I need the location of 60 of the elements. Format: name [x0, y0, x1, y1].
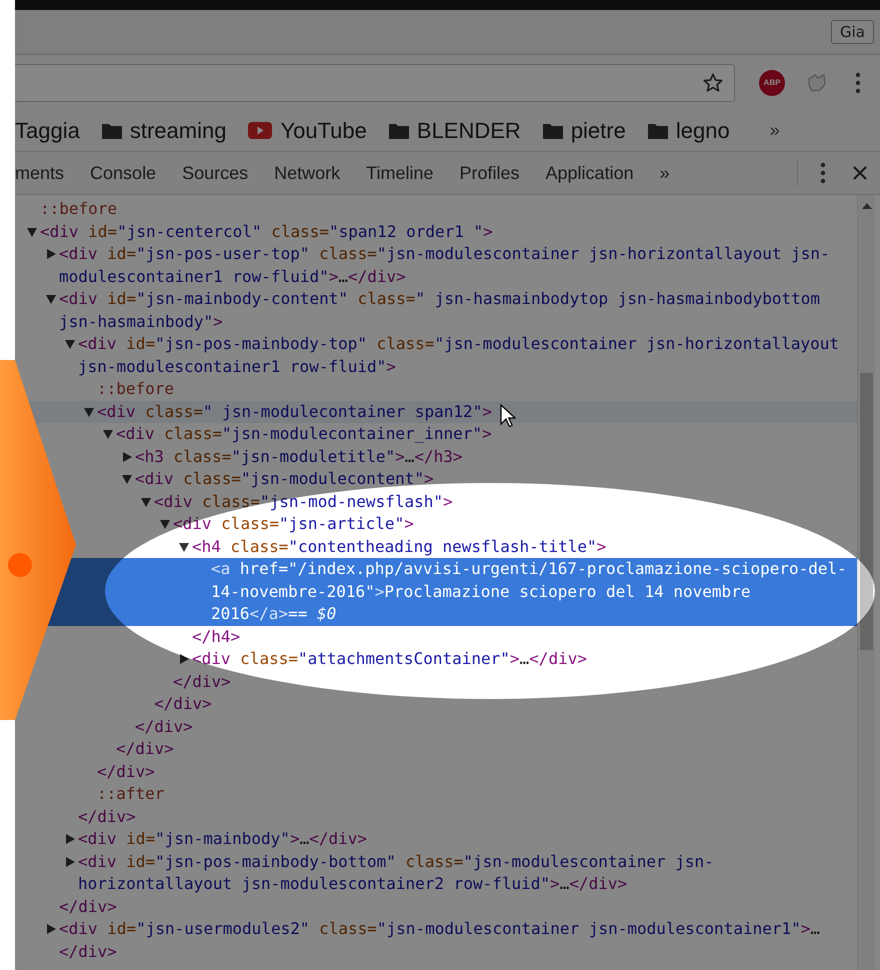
- closing-tag-text: </div>: [173, 670, 231, 692]
- scrollbar-thumb[interactable]: [860, 373, 873, 650]
- closing-tag-row[interactable]: </div>: [15, 896, 857, 918]
- address-field[interactable]: [15, 64, 735, 102]
- devtools-tab[interactable]: Sources: [182, 162, 248, 184]
- expanded-triangle-icon[interactable]: [179, 542, 189, 552]
- closing-tag-row[interactable]: </div>: [15, 738, 857, 760]
- folder-icon: [102, 122, 122, 138]
- closing-tag-row[interactable]: </div>: [15, 760, 857, 783]
- adblock-extension-button[interactable]: ABP: [759, 70, 785, 96]
- bookmarks-overflow-button[interactable]: »: [770, 120, 780, 141]
- closing-tag-text: </div>: [78, 806, 136, 828]
- dom-node-text: <h4 class="contentheading newsflash-title">: [192, 536, 606, 558]
- dom-node-text: <div class="jsn-modulecontent">: [135, 468, 434, 490]
- closing-tag-row[interactable]: </div>: [15, 806, 857, 828]
- dom-node-text: ::before: [40, 198, 118, 220]
- devtools-tab[interactable]: Timeline: [366, 162, 434, 184]
- kebab-menu-icon[interactable]: [820, 162, 826, 184]
- dom-node-text: <div class=" jsn-modulecontainer span12">: [97, 400, 492, 422]
- bookmark-item[interactable]: Taggia: [15, 118, 80, 144]
- closing-tag-text: </div>: [135, 716, 193, 738]
- menu-icon[interactable]: [855, 72, 861, 94]
- collapsed-triangle-icon[interactable]: [179, 654, 189, 664]
- devtools-tab[interactable]: Profiles: [460, 162, 520, 184]
- devtools-tab[interactable]: Application: [546, 162, 634, 184]
- dom-node-row[interactable]: <div id="jsn-mainbody">…</div>: [15, 828, 857, 850]
- dom-node-row[interactable]: <div id="jsn-pos-mainbody-bottom" class="jsn-modulescontainer jsn-horizontallayout jsn-modulescontainer2 row-fluid">…</div>: [15, 850, 857, 896]
- dom-node-row[interactable]: <div id="jsn-centercol" class="span12 order1 ">: [15, 220, 857, 243]
- dom-node-text: ::before: [97, 378, 174, 400]
- star-icon[interactable]: [702, 72, 724, 94]
- closing-tag-text: </div>: [154, 693, 212, 715]
- video-play-icon: [248, 122, 272, 139]
- mouse-cursor-icon: [500, 404, 516, 428]
- devtools-tab[interactable]: ments: [15, 162, 64, 184]
- dom-node-text: <a href="/index.php/avvisi-urgenti/167-proclamazione-sciopero-del-14-novembre-2016">Proclamazione sciopero del 14 novembre 2016</a>== $0: [211, 558, 848, 625]
- devtools-tab[interactable]: Console: [90, 162, 156, 184]
- closing-tag-text: </div>: [116, 738, 174, 760]
- closing-tag-text: </div>: [97, 760, 155, 782]
- folder-icon: [542, 122, 563, 138]
- dom-node-row[interactable]: ::after: [15, 783, 857, 806]
- tabs-overflow-button[interactable]: »: [660, 162, 670, 184]
- dom-node-row[interactable]: ::before: [15, 198, 857, 220]
- dom-node-text: <div class="jsn-article">: [173, 513, 414, 535]
- dom-node-text: <div id="jsn-centercol" class="span12 order1 ">: [40, 220, 493, 242]
- closing-tag-text: </h4>: [192, 626, 240, 648]
- devtools-tab[interactable]: Network: [274, 162, 340, 184]
- dom-node-text: <h3 class="jsn-moduletitle">…</h3>: [135, 446, 463, 468]
- scroll-up-icon[interactable]: [862, 203, 872, 209]
- closing-tag-text: </div>: [59, 896, 117, 918]
- dom-node-text: <div class="jsn-mod-newsflash">: [154, 490, 453, 512]
- dom-node-text: <div class="jsn-modulecontainer_inner">: [116, 423, 492, 445]
- folder-icon: [648, 122, 668, 138]
- folder-icon: [388, 122, 409, 138]
- dom-node-text: <div class="attachmentsContainer">…</div>: [192, 648, 587, 670]
- close-icon[interactable]: [852, 165, 868, 181]
- dom-node-text: ::after: [97, 783, 164, 805]
- dom-node-text: <div id="jsn-pos-mainbody-bottom" class="jsn-modulescontainer jsn-horizontallayout jsn-modulescontainer2 row-fluid">…</div>: [78, 850, 715, 895]
- scrollbar[interactable]: [857, 195, 875, 970]
- profile-button[interactable]: Gia: [831, 20, 874, 44]
- dom-node-text: <div id="jsn-mainbody">…</div>: [78, 828, 368, 850]
